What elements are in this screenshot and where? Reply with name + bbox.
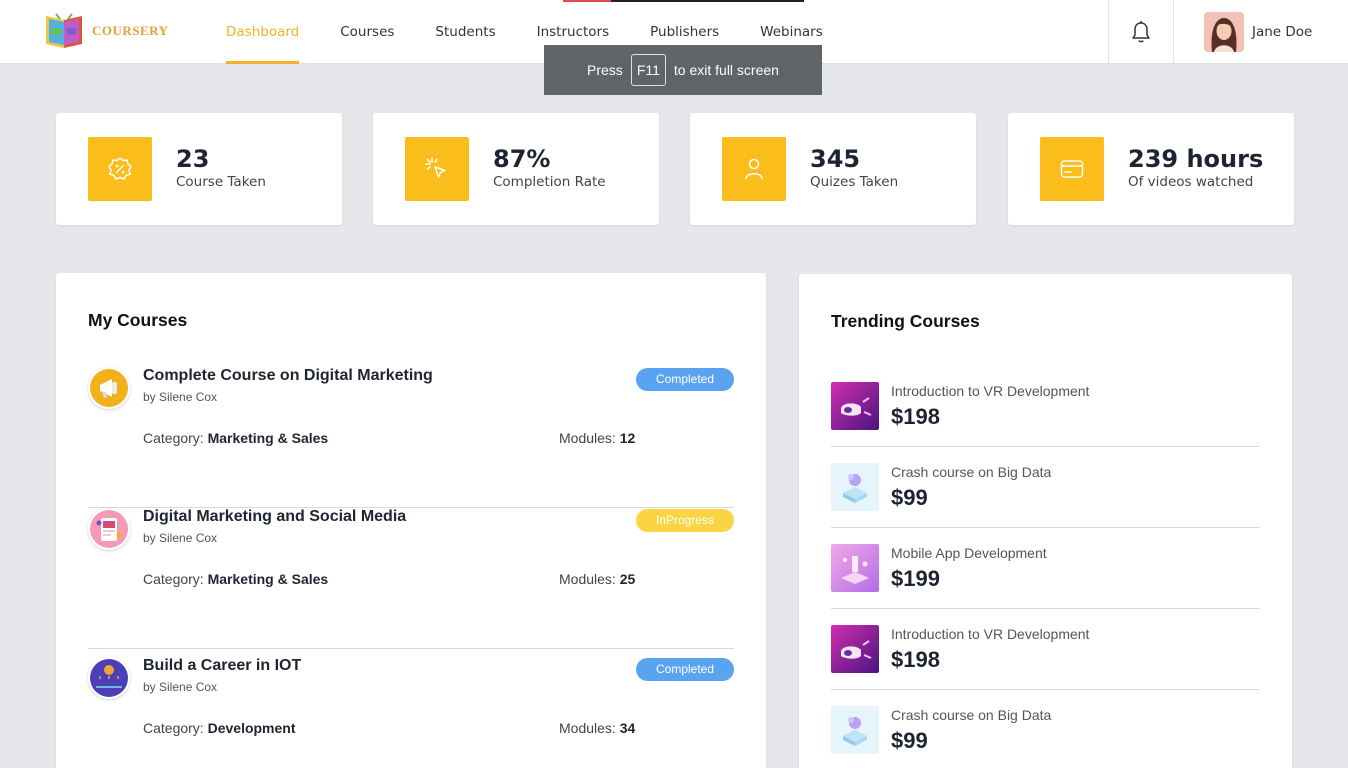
stat-value: 87%: [493, 145, 551, 173]
toast-prefix: Press: [587, 62, 623, 78]
course-modules: Modules: 12: [559, 430, 636, 446]
toast-key: F11: [630, 54, 666, 86]
cursor-click-icon: [405, 137, 469, 201]
course-modules: Modules: 25: [559, 571, 636, 587]
stat-card-videos: 239 hours Of videos watched: [1008, 113, 1294, 225]
stat-label: Of videos watched: [1128, 174, 1254, 190]
trending-course-name[interactable]: Introduction to VR Development: [891, 383, 1089, 399]
stat-card-quizzes: 345 Quizes Taken: [690, 113, 976, 225]
book-logo-icon: [46, 13, 82, 48]
status-badge: Completed: [636, 368, 734, 391]
stat-label: Course Taken: [176, 174, 266, 190]
trending-course-price: $198: [891, 647, 940, 672]
trending-item[interactable]: Crash course on Big Data $99: [831, 463, 1260, 544]
course-title[interactable]: Digital Marketing and Social Media: [143, 508, 406, 526]
vr-headset-thumbnail: [831, 625, 879, 673]
divider: [88, 648, 734, 649]
course-title[interactable]: Build a Career in IOT: [143, 657, 301, 675]
trending-course-price: $198: [891, 404, 940, 429]
trending-course-name[interactable]: Crash course on Big Data: [891, 707, 1051, 723]
stat-label: Quizes Taken: [810, 174, 899, 190]
big-data-thumbnail: [831, 463, 879, 511]
course-modules: Modules: 34: [559, 720, 636, 736]
course-author: by Silene Cox: [143, 531, 218, 545]
mobile-app-thumbnail: [831, 544, 879, 592]
course-category: Category: Marketing & Sales: [143, 430, 329, 446]
stat-value: 239 hours: [1128, 145, 1264, 173]
course-category: Category: Marketing & Sales: [143, 571, 329, 587]
iot-icon: [88, 657, 130, 699]
trending-course-price: $99: [891, 728, 928, 753]
my-courses-panel: My Courses Complete Course on Digital Ma…: [56, 273, 766, 768]
status-badge: InProgress: [636, 509, 734, 532]
tab-strip-dark: [611, 0, 804, 2]
app-name: COURSERY: [92, 23, 169, 38]
card-icon: [1040, 137, 1104, 201]
toast-suffix: to exit full screen: [673, 62, 779, 78]
fullscreen-toast: Press F11 to exit full screen: [544, 45, 822, 95]
course-item[interactable]: Build a Career in IOT by Silene Cox Comp…: [88, 657, 734, 768]
bell-icon: [1132, 21, 1150, 43]
trending-item[interactable]: Introduction to VR Development $198: [831, 382, 1260, 463]
course-item[interactable]: Digital Marketing and Social Media by Si…: [88, 508, 734, 649]
trending-course-price: $99: [891, 485, 928, 510]
stat-card-courses: 23 Course Taken: [56, 113, 342, 225]
stat-card-completion: 87% Completion Rate: [373, 113, 659, 225]
user-name: Jane Doe: [1252, 24, 1313, 40]
trending-course-price: $199: [891, 566, 940, 591]
panel-title: My Courses: [88, 310, 188, 330]
course-category: Category: Development: [143, 720, 296, 736]
stat-value: 345: [810, 145, 861, 173]
nav-dashboard[interactable]: Dashboard: [226, 0, 300, 64]
course-item[interactable]: Complete Course on Digital Marketing by …: [88, 367, 734, 508]
app-logo[interactable]: COURSERY: [42, 12, 169, 50]
nav-courses[interactable]: Courses: [340, 0, 394, 64]
vr-headset-thumbnail: [831, 382, 879, 430]
user-menu[interactable]: Jane Doe: [1204, 12, 1312, 52]
course-title[interactable]: Complete Course on Digital Marketing: [143, 367, 433, 385]
divider: [831, 527, 1260, 528]
megaphone-icon: [88, 367, 130, 409]
course-author: by Silene Cox: [143, 680, 218, 694]
stat-value: 23: [176, 145, 210, 173]
trending-course-name[interactable]: Mobile App Development: [891, 545, 1047, 561]
trending-course-name[interactable]: Crash course on Big Data: [891, 464, 1051, 480]
divider: [831, 689, 1260, 690]
social-media-icon: [88, 508, 130, 550]
panel-title: Trending Courses: [831, 311, 980, 331]
tab-strip-red: [563, 0, 611, 2]
percent-badge-icon: [88, 137, 152, 201]
person-icon: [722, 137, 786, 201]
avatar: [1204, 12, 1244, 52]
divider: [831, 446, 1260, 447]
trending-item[interactable]: Mobile App Development $199: [831, 544, 1260, 625]
trending-course-name[interactable]: Introduction to VR Development: [891, 626, 1089, 642]
notifications-button[interactable]: [1108, 0, 1174, 64]
big-data-thumbnail: [831, 706, 879, 754]
course-author: by Silene Cox: [143, 390, 218, 404]
status-badge: Completed: [636, 658, 734, 681]
nav-students[interactable]: Students: [435, 0, 495, 64]
trending-courses-panel: Trending Courses Introduction to VR Deve…: [799, 274, 1292, 768]
stat-label: Completion Rate: [493, 174, 606, 190]
trending-item[interactable]: Crash course on Big Data $99: [831, 706, 1260, 768]
trending-item[interactable]: Introduction to VR Development $198: [831, 625, 1260, 706]
divider: [831, 608, 1260, 609]
